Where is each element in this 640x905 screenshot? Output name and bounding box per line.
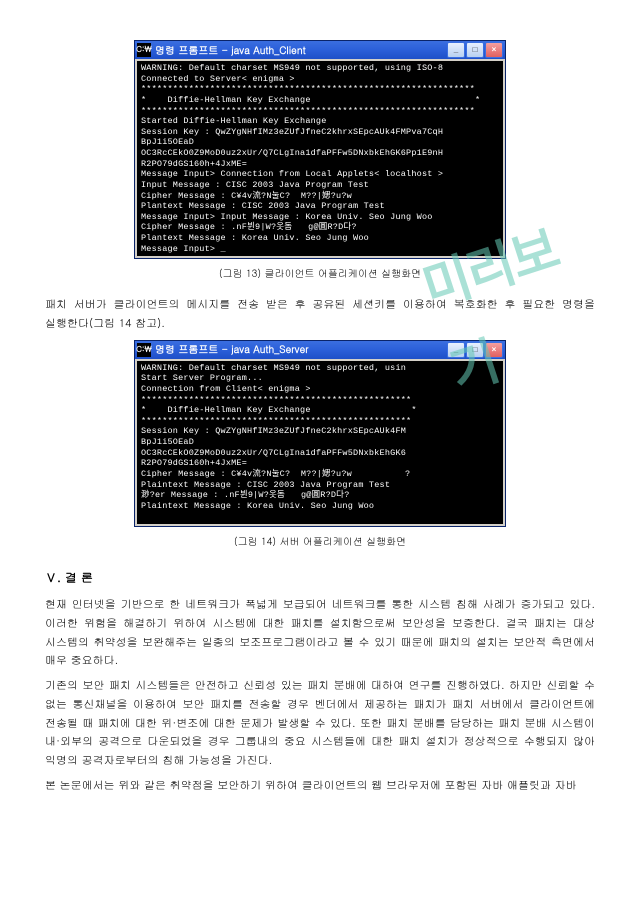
paragraph-1: 패치 서버가 클라이언트의 메시지를 전송 받은 후 공유된 세션키를 이용하여… xyxy=(45,296,595,333)
close-button[interactable]: × xyxy=(485,42,503,58)
client-titlebar: C:\ 명령 프롬프트 - java Auth_Client _ □ × xyxy=(135,41,505,59)
maximize-button[interactable]: □ xyxy=(466,342,484,358)
client-terminal-window: C:\ 명령 프롬프트 - java Auth_Client _ □ × WAR… xyxy=(134,40,506,259)
figure-14-caption: (그림 14) 서버 어플리케이션 실행화면 xyxy=(45,533,595,550)
client-window-title: 명령 프롬프트 - java Auth_Client xyxy=(155,42,447,59)
paragraph-2: 현재 인터넷을 기반으로 한 네트워크가 폭넓게 보급되어 네트워크를 통한 시… xyxy=(45,596,595,671)
minimize-button[interactable]: _ xyxy=(447,342,465,358)
window-buttons: _ □ × xyxy=(447,42,503,58)
close-button[interactable]: × xyxy=(485,342,503,358)
window-buttons: _ □ × xyxy=(447,342,503,358)
cmd-icon: C:\ xyxy=(137,43,151,57)
server-console-output: WARNING: Default charset MS949 not suppo… xyxy=(135,359,505,526)
server-window-title: 명령 프롬프트 - java Auth_Server xyxy=(155,341,447,358)
paragraph-4: 본 논문에서는 위와 같은 취약점을 보안하기 위하여 클라이언트의 웹 브라우… xyxy=(45,777,595,796)
minimize-button[interactable]: _ xyxy=(447,42,465,58)
server-terminal-window: C:\ 명령 프롬프트 - java Auth_Server _ □ × WAR… xyxy=(134,340,506,527)
section-5-heading: Ⅴ. 결 론 xyxy=(45,568,595,588)
paragraph-3: 기존의 보안 패치 시스템들은 안전하고 신뢰성 있는 패치 분배에 대하여 연… xyxy=(45,677,595,770)
maximize-button[interactable]: □ xyxy=(466,42,484,58)
client-console-output: WARNING: Default charset MS949 not suppo… xyxy=(135,59,505,258)
figure-13-caption: (그림 13) 클라이언트 어플리케이션 실행화면 xyxy=(45,265,595,282)
cmd-icon: C:\ xyxy=(137,343,151,357)
page: 미리보기 C:\ 명령 프롬프트 - java Auth_Client _ □ … xyxy=(45,40,595,795)
server-titlebar: C:\ 명령 프롬프트 - java Auth_Server _ □ × xyxy=(135,341,505,359)
